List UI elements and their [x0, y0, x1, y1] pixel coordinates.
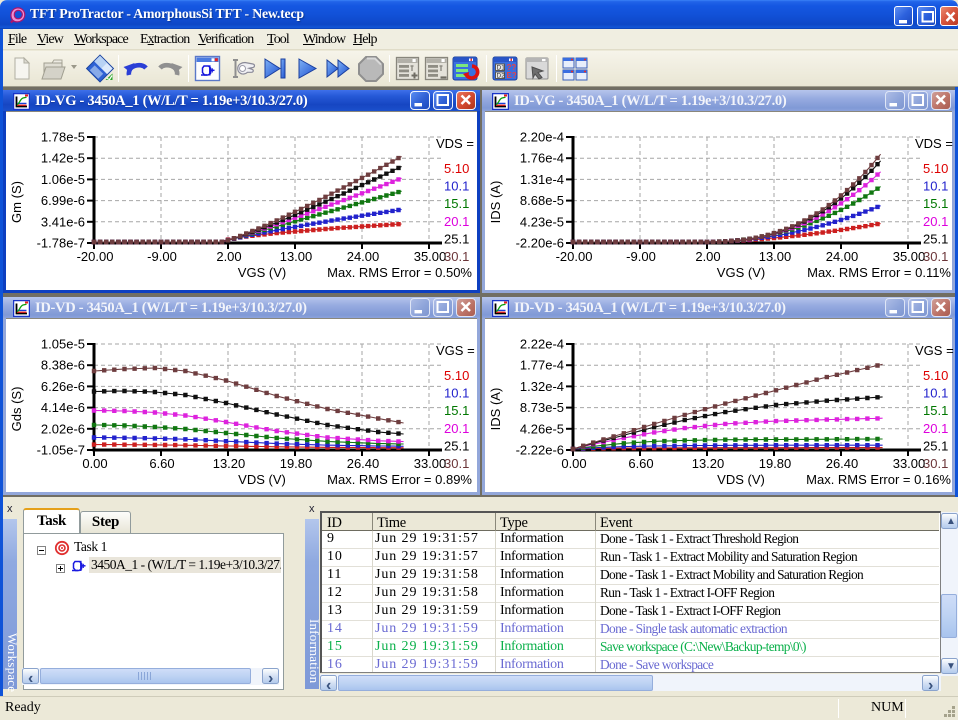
- svg-text:VDS (V): VDS (V): [238, 472, 286, 487]
- svg-text:4.14e-6: 4.14e-6: [41, 400, 85, 415]
- svg-text:1.31e-4: 1.31e-4: [520, 172, 564, 187]
- svg-text:VGS =: VGS =: [436, 343, 475, 358]
- svg-text:20.1: 20.1: [923, 421, 948, 436]
- svg-text:0.00: 0.00: [82, 456, 107, 471]
- svg-text:Max. RMS Error = 0.11%: Max. RMS Error = 0.11%: [807, 265, 951, 280]
- svg-text:8.38e-6: 8.38e-6: [41, 358, 85, 373]
- svg-text:25.1: 25.1: [923, 438, 948, 453]
- svg-text:Max. RMS Error = 0.16%: Max. RMS Error = 0.16%: [806, 472, 951, 487]
- svg-text:26.40: 26.40: [347, 456, 380, 471]
- svg-text:10.1: 10.1: [923, 179, 948, 194]
- svg-text:33.00: 33.00: [414, 456, 447, 471]
- svg-text:3.41e-6: 3.41e-6: [41, 214, 85, 229]
- svg-text:15.1: 15.1: [444, 403, 469, 418]
- svg-text:IDS (A): IDS (A): [488, 388, 503, 431]
- svg-text:25.1: 25.1: [923, 231, 948, 246]
- svg-text:VDS =: VDS =: [915, 136, 953, 151]
- svg-text:Max. RMS Error = 0.89%: Max. RMS Error = 0.89%: [327, 472, 472, 487]
- svg-text:-9.00: -9.00: [147, 249, 177, 264]
- svg-text:25.1: 25.1: [444, 438, 469, 453]
- svg-text:30.1: 30.1: [923, 249, 948, 264]
- svg-text:25.1: 25.1: [444, 231, 469, 246]
- svg-text:15.1: 15.1: [923, 196, 948, 211]
- svg-text:20.1: 20.1: [444, 214, 469, 229]
- svg-text:VGS (V): VGS (V): [238, 265, 286, 280]
- svg-text:Gm (S): Gm (S): [9, 181, 24, 223]
- svg-text:5.10: 5.10: [923, 161, 948, 176]
- svg-text:1.42e-5: 1.42e-5: [41, 151, 85, 166]
- svg-text:19.80: 19.80: [759, 456, 792, 471]
- svg-text:2.02e-6: 2.02e-6: [41, 421, 85, 436]
- svg-text:4.26e-5: 4.26e-5: [520, 421, 564, 436]
- svg-text:20.1: 20.1: [444, 421, 469, 436]
- svg-text:1.32e-4: 1.32e-4: [520, 379, 564, 394]
- svg-text:10.1: 10.1: [444, 386, 469, 401]
- svg-text:6.60: 6.60: [149, 456, 174, 471]
- svg-text:-20.00: -20.00: [77, 249, 114, 264]
- svg-text:-2.22e-6: -2.22e-6: [516, 443, 564, 458]
- svg-text:30.1: 30.1: [444, 456, 469, 471]
- svg-text:24.00: 24.00: [826, 249, 859, 264]
- svg-text:1.06e-5: 1.06e-5: [41, 172, 85, 187]
- svg-text:19.80: 19.80: [280, 456, 313, 471]
- svg-text:-1.05e-7: -1.05e-7: [37, 443, 85, 458]
- svg-text:33.00: 33.00: [893, 456, 926, 471]
- svg-text:35.00: 35.00: [414, 249, 447, 264]
- svg-text:26.40: 26.40: [826, 456, 859, 471]
- svg-text:1.05e-5: 1.05e-5: [41, 337, 85, 352]
- svg-text:5.10: 5.10: [444, 368, 469, 383]
- svg-text:1.78e-5: 1.78e-5: [41, 130, 85, 145]
- svg-text:13.20: 13.20: [213, 456, 246, 471]
- svg-text:2.00: 2.00: [695, 249, 720, 264]
- svg-text:10.1: 10.1: [444, 179, 469, 194]
- svg-text:4.23e-5: 4.23e-5: [520, 214, 564, 229]
- svg-text:1.77e-4: 1.77e-4: [520, 358, 564, 373]
- svg-text:24.00: 24.00: [347, 249, 380, 264]
- svg-text:13.00: 13.00: [759, 249, 792, 264]
- svg-text:D1: D1: [497, 65, 506, 72]
- svg-text:VDS =: VDS =: [436, 136, 474, 151]
- svg-text:8.73e-5: 8.73e-5: [520, 400, 564, 415]
- svg-text:30.1: 30.1: [444, 249, 469, 264]
- svg-text:D2: D2: [497, 73, 506, 80]
- svg-text:VGS (V): VGS (V): [717, 265, 765, 280]
- svg-text:Max. RMS Error = 0.50%: Max. RMS Error = 0.50%: [327, 265, 472, 280]
- svg-text:-9.00: -9.00: [626, 249, 656, 264]
- svg-text:8.68e-5: 8.68e-5: [520, 193, 564, 208]
- svg-text:1.76e-4: 1.76e-4: [520, 151, 564, 166]
- svg-text:2.22e-4: 2.22e-4: [520, 337, 564, 352]
- svg-text:Gds (S): Gds (S): [9, 387, 24, 432]
- svg-text:2.20e-4: 2.20e-4: [520, 130, 564, 145]
- svg-text:6.60: 6.60: [628, 456, 653, 471]
- svg-text:2.00: 2.00: [216, 249, 241, 264]
- svg-text:5.10: 5.10: [923, 368, 948, 383]
- svg-text:6.99e-6: 6.99e-6: [41, 193, 85, 208]
- svg-text:20.1: 20.1: [923, 214, 948, 229]
- svg-text:5.10: 5.10: [444, 161, 469, 176]
- svg-text:E?: E?: [507, 71, 517, 80]
- svg-text:15.1: 15.1: [444, 196, 469, 211]
- svg-text:30.1: 30.1: [923, 456, 948, 471]
- svg-text:6.26e-6: 6.26e-6: [41, 379, 85, 394]
- svg-text:35.00: 35.00: [893, 249, 926, 264]
- svg-text:-20.00: -20.00: [556, 249, 593, 264]
- svg-text:13.20: 13.20: [692, 456, 725, 471]
- svg-text:13.00: 13.00: [280, 249, 313, 264]
- svg-text:IDS (A): IDS (A): [488, 181, 503, 224]
- svg-text:VGS =: VGS =: [915, 343, 954, 358]
- svg-text:0.00: 0.00: [561, 456, 586, 471]
- svg-text:15.1: 15.1: [923, 403, 948, 418]
- svg-text:10.1: 10.1: [923, 386, 948, 401]
- svg-text:VDS (V): VDS (V): [717, 472, 765, 487]
